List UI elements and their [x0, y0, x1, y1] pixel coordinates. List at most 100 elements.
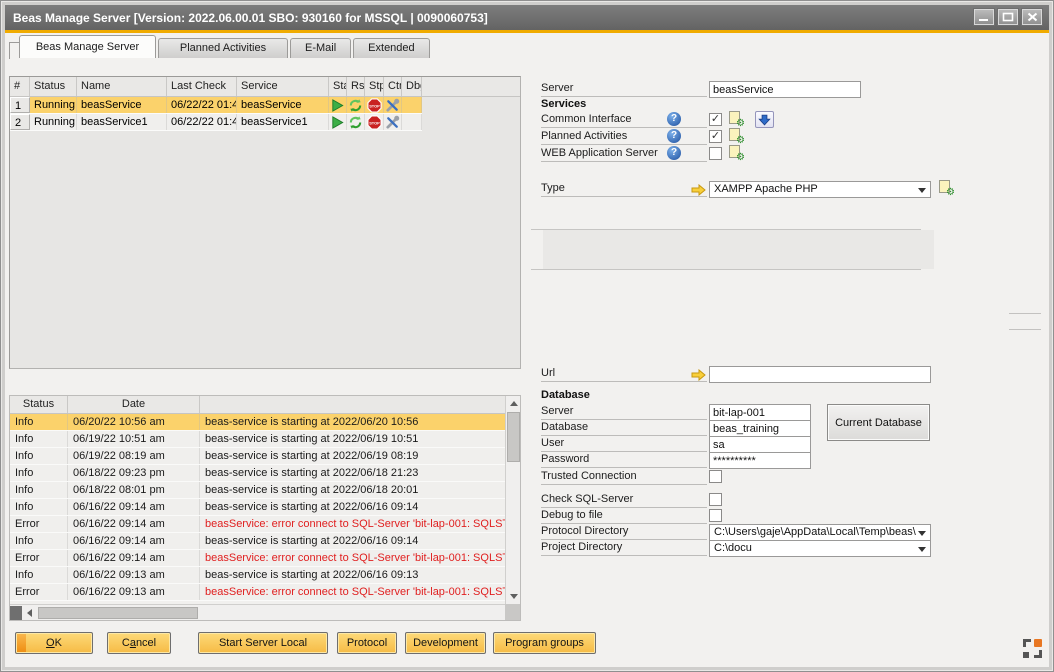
service-row[interactable]: 2RunningbeasService106/22/22 01:49beasSe…: [10, 114, 422, 131]
debug-to-file-checkbox[interactable]: [709, 509, 722, 522]
log-row[interactable]: Error06/16/22 09:14 ambeasService: error…: [10, 516, 505, 533]
log-status-cell: Error: [10, 516, 68, 532]
column-header-last-check[interactable]: Last Check: [167, 77, 237, 96]
column-header-[interactable]: #: [10, 77, 30, 96]
log-row[interactable]: Info06/19/22 10:51 ambeas-service is sta…: [10, 431, 505, 448]
service-row[interactable]: 1RunningbeasService06/22/22 01:49beasSer…: [10, 97, 422, 114]
vertical-scroll-thumb[interactable]: [507, 412, 520, 462]
service-option-checkbox[interactable]: ✓: [709, 113, 722, 126]
db-user-input[interactable]: [709, 436, 811, 453]
restart-icon[interactable]: [347, 97, 365, 113]
control-tools-icon[interactable]: [384, 97, 402, 113]
db-password-input[interactable]: [709, 452, 811, 469]
log-row[interactable]: Info06/18/22 08:01 pmbeas-service is sta…: [10, 482, 505, 499]
log-row[interactable]: Error06/16/22 09:14 ambeasService: error…: [10, 550, 505, 567]
service-option-planned-activities: Planned Activities?✓⚙: [541, 130, 945, 147]
service-option-checkbox[interactable]: ✓: [709, 130, 722, 143]
trusted-connection-checkbox[interactable]: [709, 470, 722, 483]
column-header-status[interactable]: Status: [30, 77, 77, 96]
link-arrow-icon[interactable]: [691, 183, 706, 201]
log-column-header-status[interactable]: Status: [10, 396, 68, 413]
help-icon[interactable]: ?: [667, 112, 681, 126]
service-settings-icon[interactable]: ⚙: [729, 111, 743, 127]
column-header-sta[interactable]: Sta: [329, 77, 347, 96]
services-section-header: Services: [541, 98, 586, 110]
log-column-header-date[interactable]: Date: [68, 396, 200, 413]
start-icon[interactable]: [329, 114, 347, 130]
protocol-directory-dropdown[interactable]: C:\Users\gaje\AppData\Local\Temp\beas\: [709, 524, 931, 541]
app-window: Beas Manage Server [Version: 2022.06.00.…: [0, 0, 1054, 672]
log-vertical-scrollbar[interactable]: [505, 396, 520, 604]
protocol-button[interactable]: Protocol: [337, 632, 397, 654]
resize-grip-icon[interactable]: [1023, 639, 1042, 658]
current-database-button[interactable]: Current Database: [827, 404, 930, 441]
type-label: Type: [541, 182, 707, 197]
ok-button[interactable]: OK: [15, 632, 93, 654]
log-column-header-message[interactable]: [200, 396, 505, 413]
scroll-up-button[interactable]: [506, 396, 521, 411]
horizontal-scroll-thumb[interactable]: [38, 607, 198, 619]
stop-icon[interactable]: STOP: [365, 114, 384, 130]
db-name-input[interactable]: [709, 420, 811, 437]
log-row[interactable]: Info06/18/22 09:23 pmbeas-service is sta…: [10, 465, 505, 482]
project-directory-dropdown[interactable]: C:\docu: [709, 540, 931, 557]
column-header-name[interactable]: Name: [77, 77, 167, 96]
tab-beas-manage-server[interactable]: Beas Manage Server: [19, 35, 156, 58]
log-row[interactable]: Info06/16/22 09:13 ambeas-service is sta…: [10, 567, 505, 584]
help-icon[interactable]: ?: [667, 146, 681, 160]
db-server-input[interactable]: [709, 404, 811, 421]
column-header-dbg[interactable]: Dbg: [402, 77, 422, 96]
chevron-left-icon[interactable]: [27, 609, 32, 617]
close-button[interactable]: [1021, 8, 1043, 26]
log-status-cell: Info: [10, 567, 68, 583]
server-name-input[interactable]: [709, 81, 861, 98]
log-row[interactable]: Info06/20/22 10:56 ambeas-service is sta…: [10, 414, 505, 431]
service-settings-icon[interactable]: ⚙: [729, 128, 743, 144]
log-row[interactable]: Info06/16/22 09:14 ambeas-service is sta…: [10, 499, 505, 516]
column-header-stp[interactable]: Stp: [365, 77, 384, 96]
restart-icon[interactable]: [347, 114, 365, 130]
tab-bar: Beas Manage ServerPlanned ActivitiesE-Ma…: [19, 35, 432, 58]
log-message-cell: beas-service is starting at 2022/06/19 1…: [200, 431, 505, 447]
url-input[interactable]: [709, 366, 931, 383]
column-header-service[interactable]: Service: [237, 77, 329, 96]
start-server-local-button[interactable]: Start Server Local: [198, 632, 328, 654]
program-groups-button[interactable]: Program groups: [493, 632, 596, 654]
minimize-icon: [978, 12, 990, 22]
scroll-down-button[interactable]: [506, 589, 521, 604]
maximize-button[interactable]: [997, 8, 1019, 26]
column-header-ctrl[interactable]: Ctrl: [384, 77, 402, 96]
log-status-cell: Info: [10, 499, 68, 515]
tab-extended[interactable]: Extended: [353, 38, 429, 58]
log-horizontal-scrollbar[interactable]: [10, 604, 520, 620]
type-settings-icon[interactable]: ⚙: [939, 180, 953, 196]
log-date-cell: 06/18/22 09:23 pm: [68, 465, 200, 481]
scrollbar-grip[interactable]: [10, 606, 22, 620]
type-dropdown[interactable]: XAMPP Apache PHP: [709, 181, 931, 198]
development-button[interactable]: Development: [405, 632, 486, 654]
tab-planned-activities[interactable]: Planned Activities: [158, 38, 288, 58]
download-icon[interactable]: [755, 111, 774, 128]
check-sql-checkbox[interactable]: [709, 493, 722, 506]
start-icon[interactable]: [329, 97, 347, 113]
url-label: Url: [541, 367, 707, 382]
cancel-button[interactable]: Cancel: [107, 632, 171, 654]
name-cell: beasService: [77, 97, 167, 113]
tab-e-mail[interactable]: E-Mail: [290, 38, 351, 58]
service-option-label: WEB Application Server: [541, 147, 707, 162]
log-row[interactable]: Error06/16/22 09:13 ambeasService: error…: [10, 584, 505, 601]
log-row[interactable]: Info06/16/22 09:14 ambeas-service is sta…: [10, 533, 505, 550]
column-header-rst[interactable]: Rst: [347, 77, 365, 96]
dbg-cell: [402, 97, 422, 113]
help-icon[interactable]: ?: [667, 129, 681, 143]
link-arrow-icon[interactable]: [691, 368, 706, 386]
service-option-checkbox[interactable]: [709, 147, 722, 160]
log-message-cell: beasService: error connect to SQL-Server…: [200, 550, 505, 566]
log-row[interactable]: Info06/19/22 08:19 ambeas-service is sta…: [10, 448, 505, 465]
control-tools-icon[interactable]: [384, 114, 402, 130]
log-date-cell: 06/16/22 09:14 am: [68, 533, 200, 549]
minimize-button[interactable]: [973, 8, 995, 26]
protocol-directory-value: C:\Users\gaje\AppData\Local\Temp\beas\: [714, 526, 916, 538]
stop-icon[interactable]: STOP: [365, 97, 384, 113]
service-settings-icon[interactable]: ⚙: [729, 145, 743, 161]
